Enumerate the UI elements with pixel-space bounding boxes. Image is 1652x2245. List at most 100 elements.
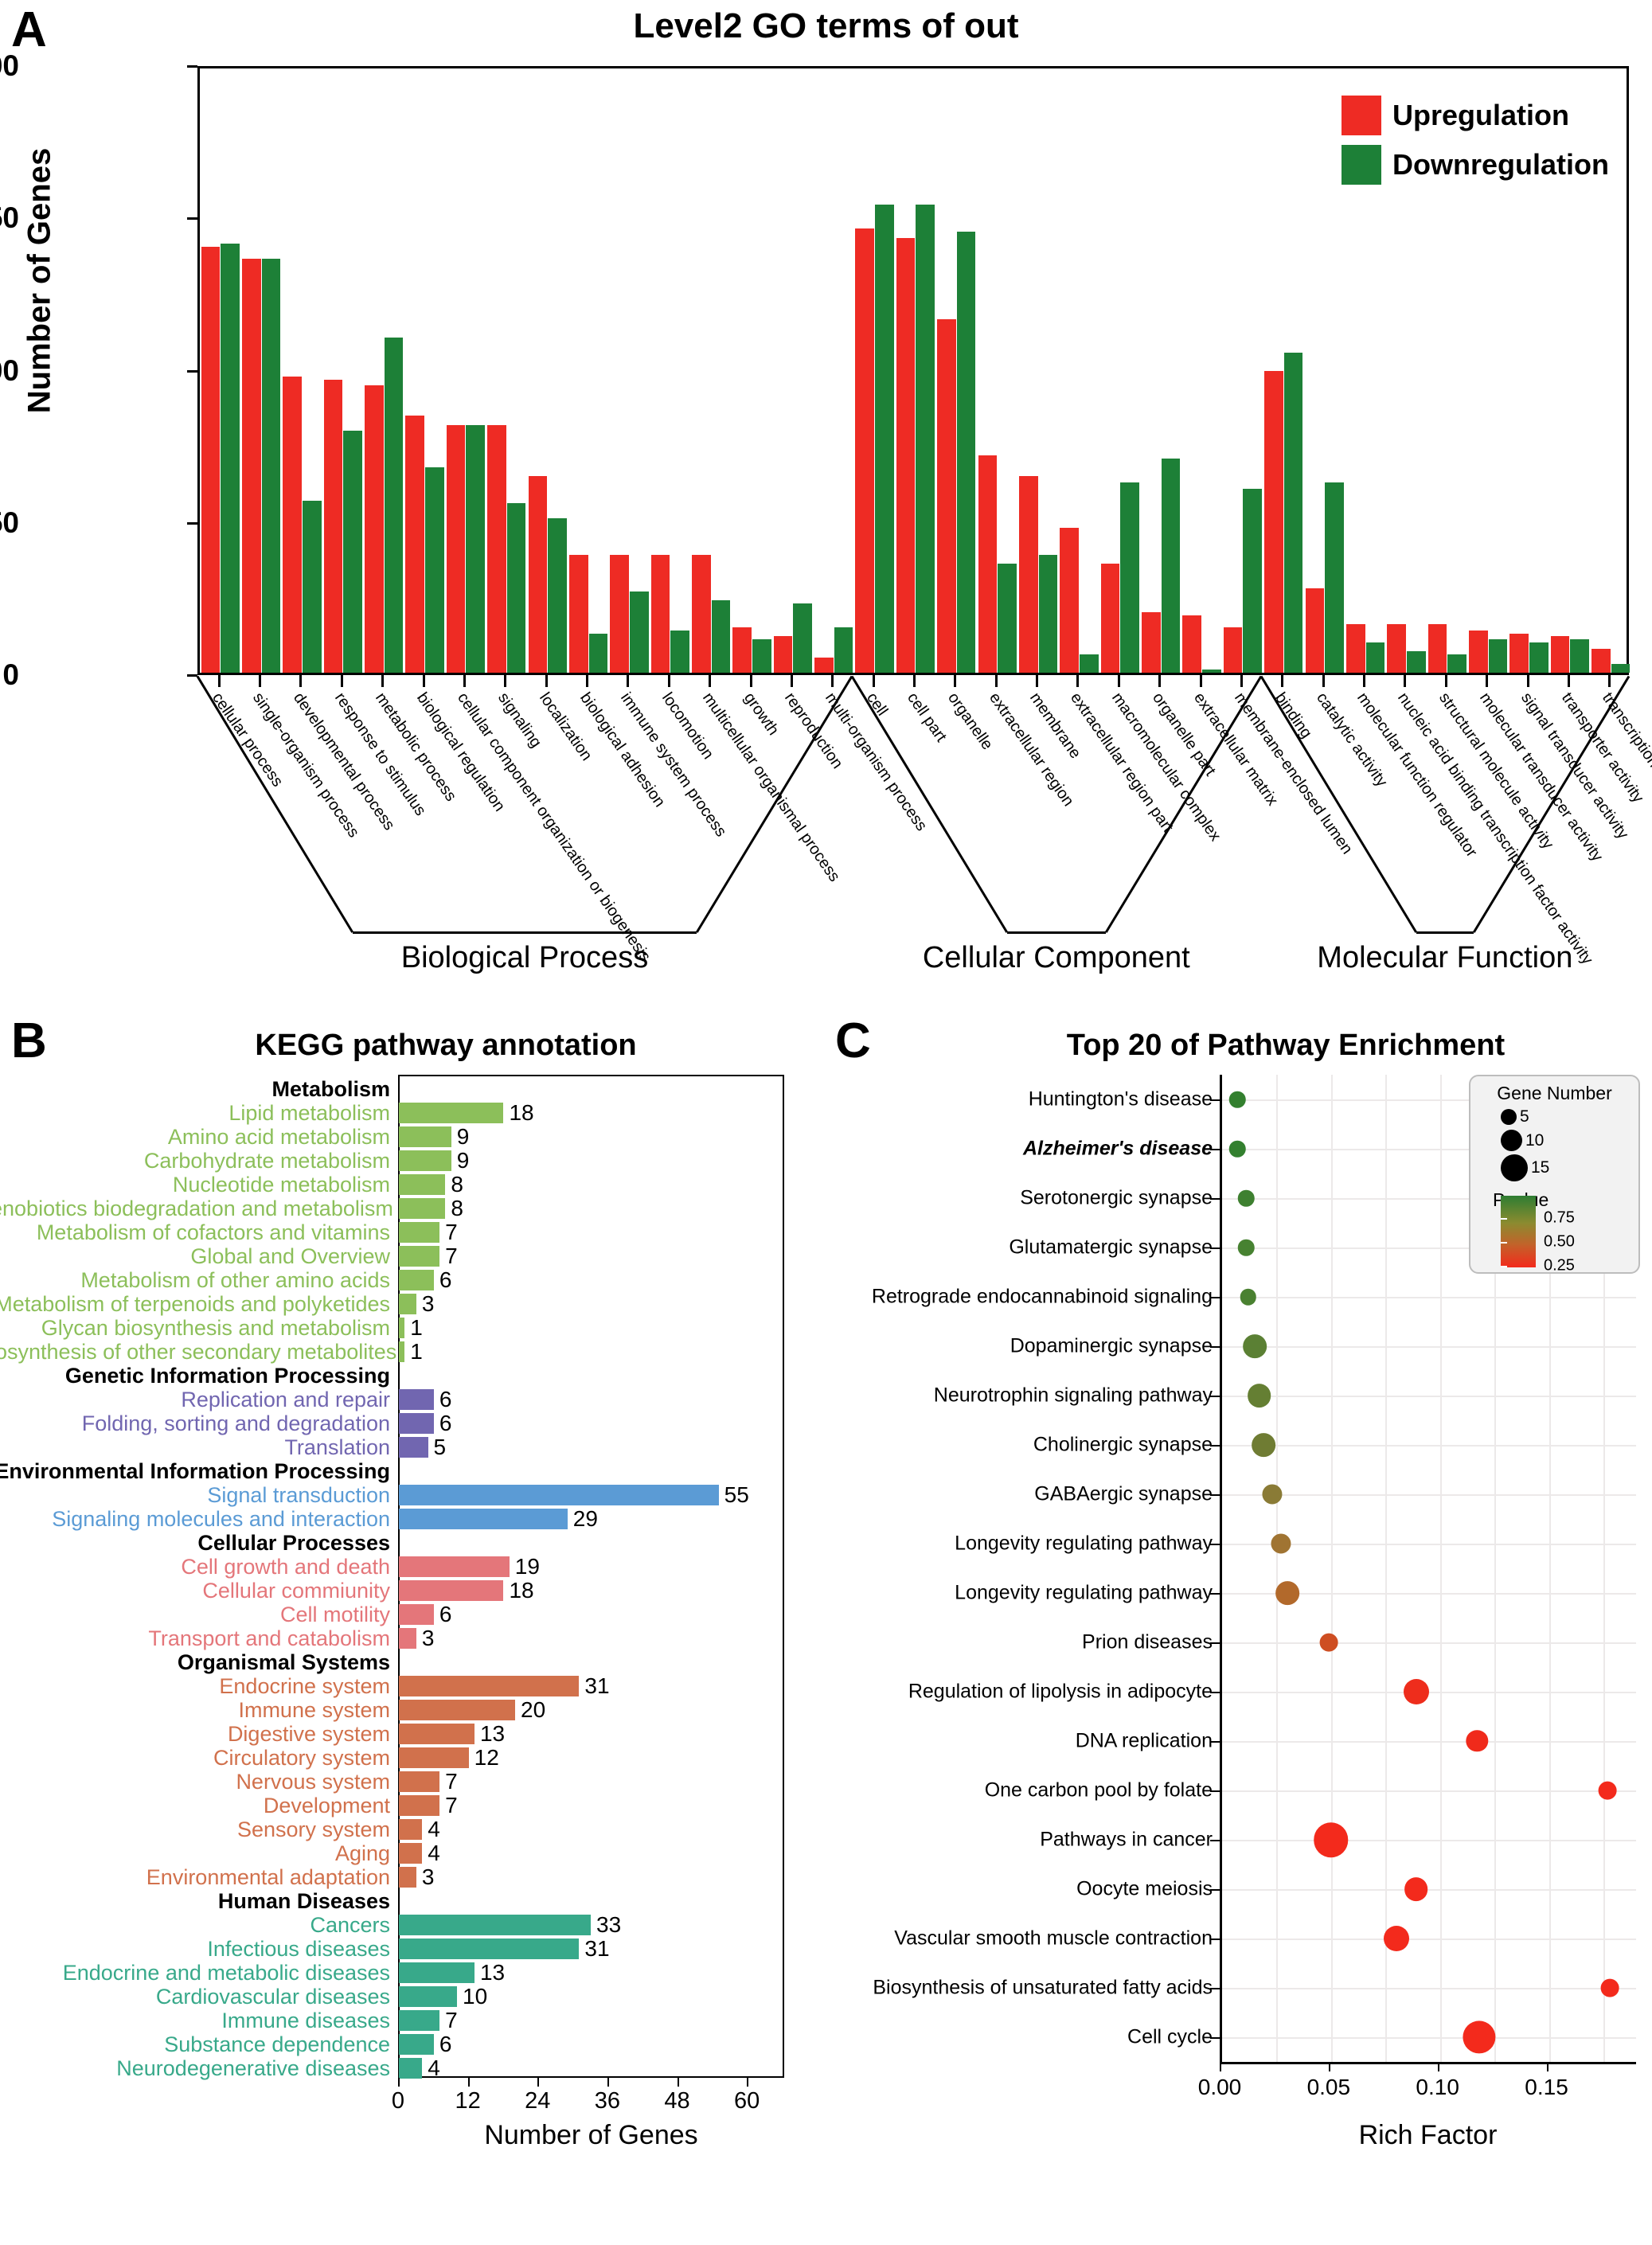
legend-size-item: 10: [1501, 1130, 1638, 1151]
panel-b-row: Neurodegenerative diseases 4: [0, 2054, 824, 2083]
panel-a-bar-group: [404, 68, 445, 673]
panel-a-group-label: Molecular Function: [1317, 941, 1573, 974]
panel-a-bar-down: [670, 630, 689, 673]
panel-c-y-tick-label: Oocyte meiosis: [1076, 1877, 1213, 1900]
panel-a-x-tick-mark: [1240, 675, 1243, 687]
panel-c-y-tick-label: GABAergic synapse: [1034, 1482, 1213, 1505]
panel-a-bar-up: [1018, 476, 1038, 673]
panel-c-legend: Gene Number 51015 Pvalue 0.750.500.25: [1469, 1075, 1640, 1275]
panel-c-x-axis-label: Rich Factor: [1358, 2120, 1498, 2150]
panel-a-bar-group: [609, 68, 650, 673]
panel-c-vertical-gridline: [1439, 1075, 1442, 2062]
panel-a-group-label: Cellular Component: [922, 941, 1190, 974]
panel-a-bar-up: [896, 237, 916, 673]
panel-a-bar-down: [261, 259, 281, 673]
panel-c-data-point: [1237, 1239, 1255, 1256]
panel-a-y-tick-label: 150: [0, 201, 19, 235]
panel-c-y-tick-label: Longevity regulating pathway: [955, 1581, 1213, 1604]
panel-a-y-axis-label: Number of Genes: [21, 147, 57, 414]
panel-a-bar-down: [1488, 639, 1508, 673]
panel-a-x-tick-mark: [340, 675, 343, 687]
panel-c-y-tick-mark: [1210, 1346, 1220, 1348]
panel-a-y-tick-label: 50: [0, 506, 19, 539]
panel-a-x-tick-mark: [1322, 675, 1325, 687]
panel-a-x-tick-mark: [545, 675, 548, 687]
panel-c-data-point: [1403, 1679, 1429, 1704]
panel-a-plot-area: Upregulation Downregulation: [197, 66, 1631, 675]
panel-a-x-tick-mark: [586, 675, 589, 687]
panel-b-bar: [399, 1962, 475, 1983]
panel-b-bar: [399, 1604, 434, 1625]
panel-a-bar-group: [200, 68, 240, 673]
panel-a-x-tick-mark: [872, 675, 875, 687]
panel-a-x-tick-mark: [217, 675, 221, 687]
panel-c-y-tick-label: Neurotrophin signaling pathway: [933, 1384, 1213, 1407]
panel-a-bar-group: [240, 68, 281, 673]
panel-a-bar-group: [1099, 68, 1140, 673]
panel-c-horizontal-gridline: [1222, 1741, 1636, 1743]
panel-c-y-tick-mark: [1210, 1741, 1220, 1743]
panel-c-y-tick-label: Vascular smooth muscle contraction: [894, 1927, 1213, 1950]
panel-a-bar-down: [956, 231, 976, 673]
panel-c-data-point: [1383, 1926, 1409, 1951]
legend-size-value: 15: [1531, 1158, 1550, 1177]
panel-c-horizontal-gridline: [1222, 1692, 1636, 1693]
panel-a-bar-up: [1223, 627, 1243, 673]
panel-b-x-tick-mark: [607, 2078, 609, 2087]
panel-c-data-point: [1228, 1140, 1246, 1158]
legend-color-tick-mark: [1501, 1218, 1507, 1220]
panel-c-data-point: [1243, 1334, 1267, 1358]
panel-c-x-tick-label: 0.10: [1416, 2075, 1459, 2099]
panel-b-bar: [399, 1318, 405, 1338]
panel-c-y-tick-mark: [1210, 1939, 1220, 1940]
panel-a-bar-up: [1264, 370, 1283, 673]
panel-a-bar-group: [1181, 68, 1222, 673]
panel-a-x-tick-mark: [994, 675, 998, 687]
panel-c-x-tick-label: 0.05: [1306, 2075, 1351, 2099]
legend-size-item: 5: [1501, 1107, 1638, 1126]
panel-c-data-point: [1247, 1384, 1271, 1408]
panel-b-bar: [399, 1509, 568, 1529]
panel-c-horizontal-gridline: [1222, 1396, 1636, 1397]
panel-c-x-tick-mark: [1437, 2062, 1439, 2071]
panel-a-bar-down: [1611, 663, 1631, 673]
panel-c-y-tick-mark: [1210, 1889, 1220, 1891]
panel-a-bar-up: [692, 555, 711, 673]
panel-a-bar-up: [487, 424, 506, 673]
panel-c-y-tick-label: Retrograde endocannabinoid signaling: [871, 1285, 1213, 1308]
panel-b-bar: [399, 1437, 428, 1458]
panel-c-y-tick-mark: [1210, 1099, 1220, 1101]
panel-a-bar-down: [1243, 488, 1263, 673]
panel-a-x-tick-mark: [1363, 675, 1366, 687]
legend-color-tick-mark: [1501, 1266, 1507, 1267]
legend-size-dot: [1501, 1109, 1517, 1125]
panel-a-x-tick-label: cellular component organization or bioge…: [453, 689, 654, 965]
panel-a-bar-down: [752, 639, 771, 673]
panel-b-bar: [399, 1700, 516, 1720]
legend-label-downregulation: Downregulation: [1392, 148, 1609, 181]
panel-a-bar-up: [1509, 633, 1529, 673]
panel-a-bar-group: [445, 68, 486, 673]
panel-c-y-tick-label: Pathways in cancer: [1040, 1828, 1213, 1851]
panel-a-bar-down: [1079, 654, 1099, 673]
panel-a-bar-up: [1427, 624, 1447, 673]
panel-c-horizontal-gridline: [1222, 1445, 1636, 1447]
panel-a-bar-up: [283, 377, 302, 673]
panel-a-bar-up: [978, 455, 998, 673]
panel-a-bar-down: [548, 518, 567, 673]
panel-c-data-point: [1252, 1433, 1275, 1457]
panel-a-x-tick-mark: [259, 675, 262, 687]
panel-a-bar-down: [1325, 482, 1344, 673]
panel-c-data-point: [1314, 1822, 1349, 1857]
panel-c-y-tick-mark: [1210, 1593, 1220, 1595]
panel-a-bar-group: [568, 68, 608, 673]
panel-b-bar: [399, 2010, 440, 2031]
panel-a-bar-up: [814, 658, 834, 673]
panel-a-bar-down: [343, 431, 362, 673]
panel-a-go-terms: A Level2 GO terms of out Number of Genes…: [0, 0, 1652, 999]
panel-a-x-tick-mark: [463, 675, 466, 687]
panel-a-x-tick-mark: [1076, 675, 1080, 687]
panel-b-bar: [399, 1676, 580, 1696]
panel-a-bar-down: [629, 591, 649, 673]
panel-c-data-point: [1319, 1633, 1338, 1652]
